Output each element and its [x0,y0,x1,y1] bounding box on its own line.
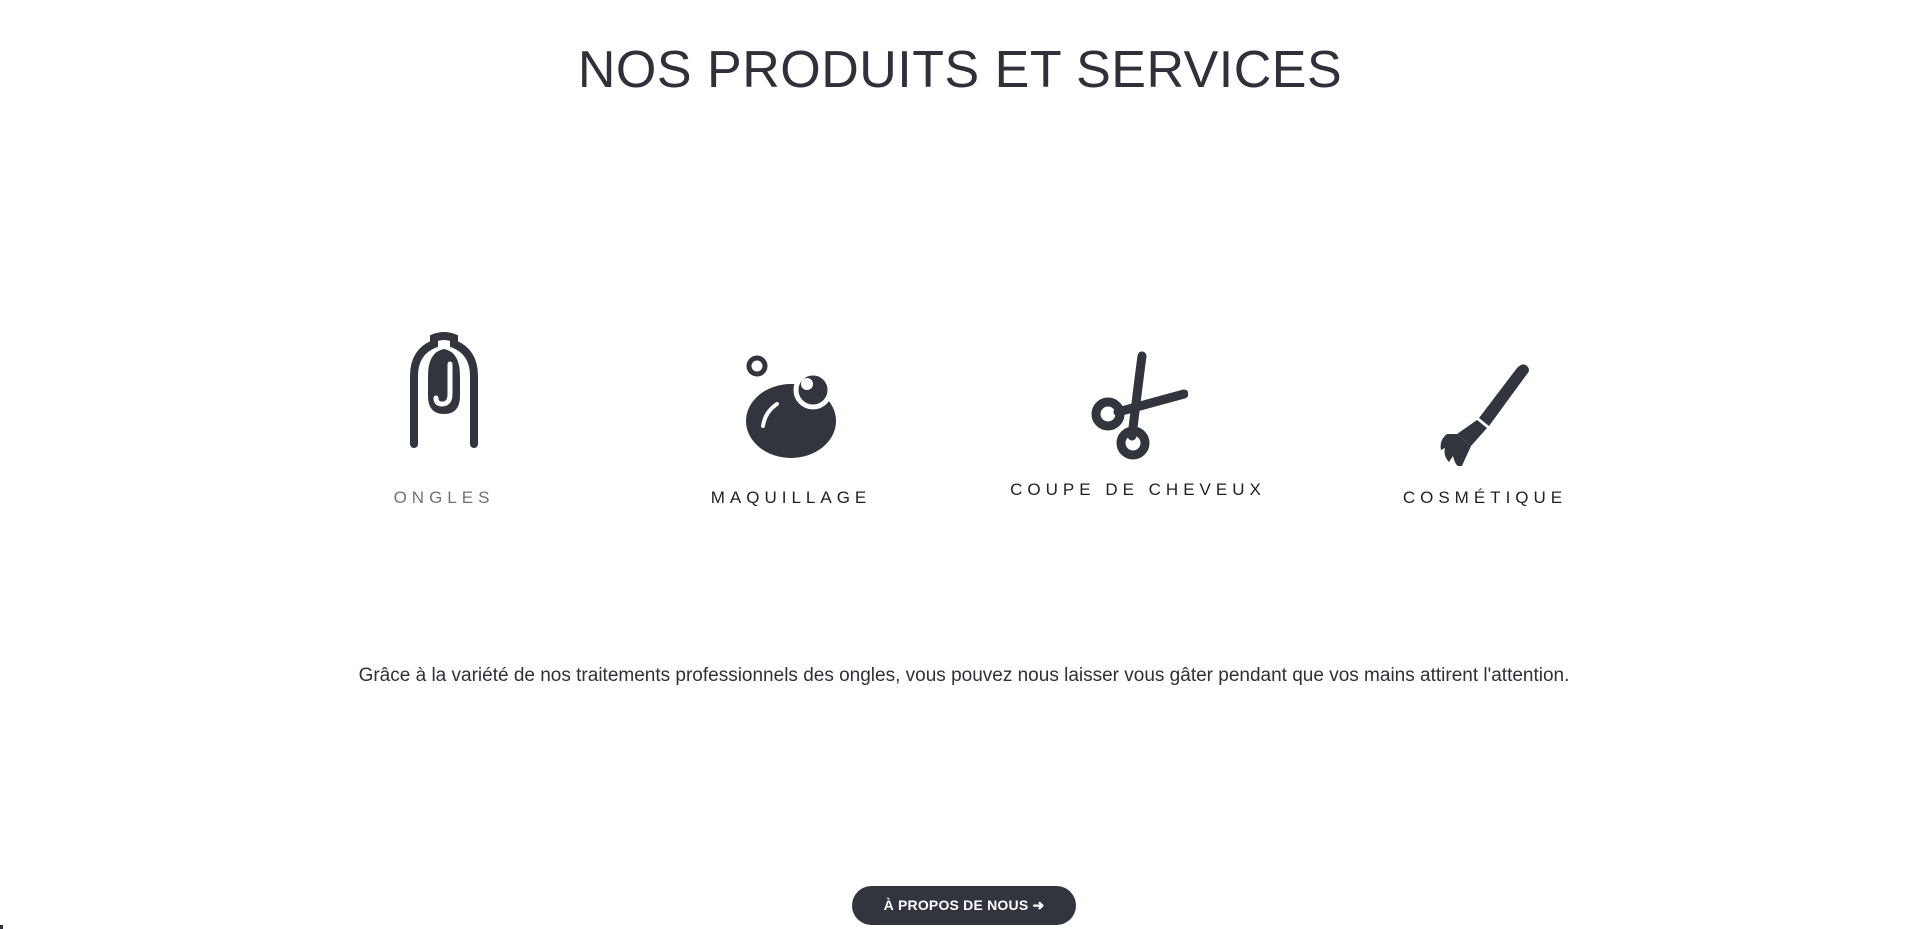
services-description: Grâce à la variété de nos traitements pr… [358,665,1570,686]
service-label: MAQUILLAGE [710,488,872,507]
service-label: COSMÉTIQUE [1402,488,1568,507]
makeup-sponge-icon [741,316,841,466]
service-item-cosmetique[interactable]: COSMÉTIQUE [1355,300,1615,540]
corner-mark [0,925,3,929]
scissors-icon [1088,316,1188,466]
service-label: COUPE DE CHEVEUX [1010,480,1266,499]
service-item-coupe-de-cheveux[interactable]: COUPE DE CHEVEUX [1008,300,1268,540]
nail-icon [394,316,494,466]
services-list: ONGLES MAQUILLAGE COUPE DE CHEVEUX COSMÉ… [0,300,1912,540]
service-item-ongles[interactable]: ONGLES [314,300,574,540]
about-us-button[interactable]: À PROPOS DE NOUS ➜ [852,886,1076,925]
page-title: NOS PRODUITS ET SERVICES [577,41,1343,99]
service-item-maquillage[interactable]: MAQUILLAGE [661,300,921,540]
brush-icon [1435,316,1535,466]
service-label: ONGLES [393,488,495,507]
